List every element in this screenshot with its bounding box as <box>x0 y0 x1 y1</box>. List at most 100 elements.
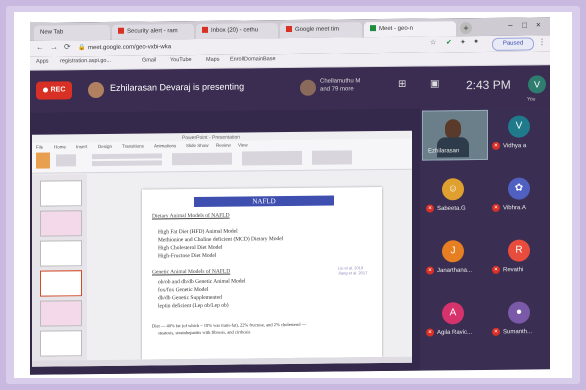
slide-bullet: High-Fructose Diet Model <box>158 252 217 260</box>
editing-controls[interactable] <box>312 150 352 165</box>
slide-citation: Liu et al. 2019 Jiang et al. 2017 <box>338 265 367 275</box>
participant-name-text: Janarthana... <box>437 267 473 275</box>
slide-thumbnail-selected[interactable] <box>40 270 82 297</box>
participant-grid: Ezhilarasan V ✕ Vidhya a ☺ ✕ Sabeeta.G ✿ ✕… <box>422 109 550 370</box>
participant-name: Ezhilarasan <box>428 148 460 155</box>
mic-off-icon: ✕ <box>492 203 500 212</box>
slide-thumbnail[interactable] <box>40 330 82 357</box>
bookmark-enroll[interactable]: EnrollDomainBase <box>230 56 276 62</box>
participant-tile[interactable]: ✿ ✕ Vibhra.A <box>488 171 548 218</box>
participant-name: ✕ Janarthana... <box>426 266 482 275</box>
tab-google-meet-tim[interactable]: Google meet tim <box>280 22 362 39</box>
participant-avatar: ● <box>508 301 530 324</box>
participant-name-text: Revathi <box>503 267 524 274</box>
mic-off-icon: ✕ <box>426 266 434 275</box>
ppt-ribbon: File Home Insert Design Transitions Anim… <box>32 138 412 174</box>
slide-thumbnails <box>32 174 87 365</box>
participant-tile[interactable]: Ezhilarasan <box>422 109 488 161</box>
slide-section-dietary: Dietary Animal Models of NAFLD <box>152 212 230 220</box>
participant-tile[interactable]: A ✕ Agila Ravic... <box>422 296 482 343</box>
url-input[interactable]: meet.google.com/geo-vxbi-wka <box>88 40 388 53</box>
minimize-icon[interactable]: – <box>508 21 512 30</box>
ribbon-tab-design[interactable]: Design <box>98 144 112 149</box>
present-screen-icon[interactable]: ▣ <box>430 78 439 89</box>
slide-footer-line1: Diet — 40% fat (of which ~ 18% was trans… <box>152 321 307 329</box>
meeting-clock: 2:43 PM <box>466 77 511 93</box>
self-label: You <box>527 96 536 103</box>
extension-icon[interactable]: ✔ <box>446 38 452 46</box>
bookmark-maps[interactable]: Maps <box>206 57 219 63</box>
account-icon[interactable]: ● <box>474 38 478 45</box>
grid-layout-icon[interactable]: ⊞ <box>398 79 406 90</box>
mic-off-icon: ✕ <box>426 328 434 337</box>
slide-bullet: db/db Genetic Supplemented <box>158 294 222 302</box>
ribbon-tab-insert[interactable]: Insert <box>76 144 87 149</box>
ribbon-tab-review[interactable]: Review <box>216 143 231 148</box>
participant-tile[interactable]: V ✕ Vidhya a <box>488 109 548 156</box>
presenter-status: Ezhilarasan Devaraj is presenting <box>110 81 245 93</box>
self-avatar[interactable]: V <box>528 75 546 94</box>
participant-avatar <box>300 79 316 96</box>
close-icon[interactable]: × <box>536 20 541 29</box>
back-icon[interactable]: ← <box>36 43 44 52</box>
participants-summary[interactable]: Chellamuthu M and 79 more <box>320 77 360 93</box>
monitor-screen: New Tab Security alert - ram Inbox (20) … <box>30 17 550 375</box>
participant-name-text: Vidhya a <box>503 143 527 150</box>
tab-meet[interactable]: Meet - geo-n <box>364 21 456 38</box>
maximize-icon[interactable]: □ <box>522 21 527 30</box>
ribbon-tab-home[interactable]: Home <box>54 144 66 149</box>
participant-tile[interactable]: R ✕ Revathi <box>488 233 548 280</box>
presenter-avatar <box>88 81 104 99</box>
puzzle-icon[interactable]: ✦ <box>460 38 466 46</box>
participant-avatar: V <box>508 115 530 138</box>
bookmark-youtube[interactable]: YouTube <box>170 57 192 63</box>
ribbon-tab-view[interactable]: View <box>238 142 248 147</box>
tab-security-alert[interactable]: Security alert - ram <box>112 24 194 40</box>
tab-inbox[interactable]: Inbox (20) - cethu <box>196 23 278 39</box>
drawing-controls[interactable] <box>242 150 302 166</box>
gmail-icon <box>202 27 208 34</box>
menu-icon[interactable]: ⋮ <box>538 37 546 46</box>
tab-new-tab[interactable]: New Tab <box>34 24 110 41</box>
participants-line1: Chellamuthu M <box>320 78 361 85</box>
paragraph-controls[interactable] <box>172 152 232 166</box>
star-icon[interactable]: ☆ <box>430 38 436 46</box>
gmail-icon <box>118 28 124 35</box>
bookmark-apps[interactable]: Apps <box>36 59 49 65</box>
participant-tile[interactable]: ● ✕ Sumanth... <box>488 295 548 342</box>
profile-button[interactable]: Paused <box>492 37 534 51</box>
participant-avatar: ☺ <box>442 178 464 201</box>
forward-icon[interactable]: → <box>50 42 58 51</box>
participant-name: ✕ Sumanth... <box>492 327 548 336</box>
mic-off-icon: ✕ <box>426 204 434 213</box>
slide-thumbnail[interactable] <box>40 210 82 237</box>
slide-bullet: High Fat Diet (HFD) Animal Model <box>158 228 238 236</box>
bookmark-gmail[interactable]: Gmail <box>142 57 156 63</box>
participant-avatar: R <box>508 239 530 262</box>
ribbon-tab-transitions[interactable]: Transitions <box>122 144 144 149</box>
slide-thumbnail[interactable] <box>40 240 82 267</box>
participant-tile[interactable]: ☺ ✕ Sabeeta.G <box>422 172 482 219</box>
participant-tile[interactable]: J ✕ Janarthana... <box>422 234 482 281</box>
ribbon-tab-file[interactable]: File <box>36 145 43 150</box>
participant-avatar: ✿ <box>508 177 530 200</box>
slide-bullet: leptin deficient (Lep ob/Lep ob) <box>158 302 229 310</box>
tab-label: Inbox (20) - cethu <box>211 27 259 34</box>
reload-icon[interactable]: ⟳ <box>64 42 71 51</box>
meet-top-bar: REC Ezhilarasan Devaraj is presenting Ch… <box>30 65 550 113</box>
ribbon-tab-slideshow[interactable]: Slide Show <box>186 143 209 148</box>
ribbon-tab-animations[interactable]: Animations <box>154 143 176 148</box>
new-slide-icon[interactable] <box>56 154 76 167</box>
current-slide[interactable]: NAFLD Dietary Animal Models of NAFLD Hig… <box>142 187 382 360</box>
slide-bullet: fox/fox Genetic Model <box>158 286 209 294</box>
slide-bullet: High Cholesterol Diet Model <box>158 244 223 252</box>
participant-name: ✕ Sabeeta.G <box>426 204 482 213</box>
bookmark-registration[interactable]: registration.aspi.go... <box>60 58 111 65</box>
slide-thumbnail[interactable] <box>40 300 82 327</box>
paste-icon[interactable] <box>36 152 50 169</box>
new-tab-button[interactable]: + <box>460 22 472 35</box>
font-controls[interactable] <box>92 153 162 160</box>
font-format-controls[interactable] <box>92 160 162 167</box>
citation-line: Jiang et al. 2017 <box>338 270 368 276</box>
slide-thumbnail[interactable] <box>40 180 82 207</box>
